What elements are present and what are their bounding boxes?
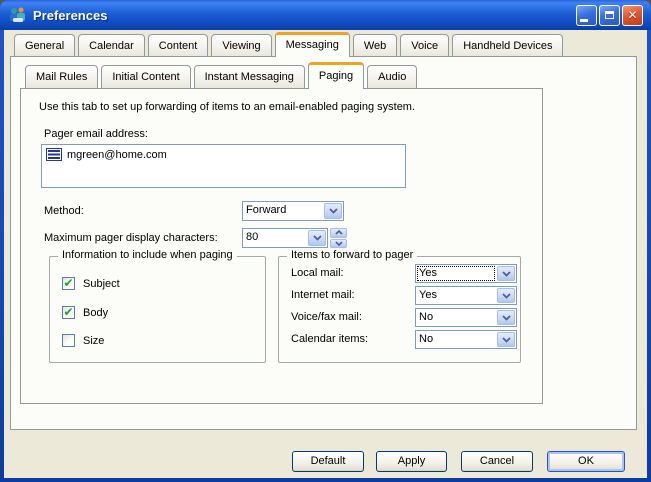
tab-handheld-devices[interactable]: Handheld Devices <box>452 34 563 56</box>
checkbox-row: ✔ Body <box>62 306 108 319</box>
spinner-down-button[interactable] <box>330 239 347 249</box>
tab-initial-content[interactable]: Initial Content <box>101 65 190 88</box>
cancel-button[interactable]: Cancel <box>461 451 533 472</box>
max-chars-value: 80 <box>243 229 307 247</box>
max-chars-spinner <box>330 228 347 248</box>
titlebar-buttons: ✕ <box>576 5 643 26</box>
internet-mail-label: Internet mail: <box>291 289 355 301</box>
internet-mail-value: Yes <box>416 287 496 304</box>
size-checkbox[interactable] <box>62 334 75 347</box>
tab-messaging[interactable]: Messaging <box>275 32 350 57</box>
app-icon <box>8 6 28 24</box>
close-button[interactable]: ✕ <box>622 5 643 26</box>
voice-fax-mail-value: No <box>416 309 496 326</box>
main-tab-strip: General Calendar Content Viewing Messagi… <box>14 32 566 57</box>
forward-group-title: Items to forward to pager <box>287 249 417 261</box>
chevron-down-icon <box>502 315 511 321</box>
pager-email-item[interactable]: mgreen@home.com <box>42 145 405 164</box>
chevron-down-icon <box>329 208 338 214</box>
calendar-items-dropdown-button[interactable] <box>497 332 515 347</box>
preferences-window: Preferences ✕ General Calendar Content V… <box>0 0 651 482</box>
checkbox-row: ✔ Subject <box>62 277 120 290</box>
local-mail-dropdown-button[interactable] <box>497 266 515 281</box>
apply-button[interactable]: Apply <box>376 451 447 472</box>
max-chars-dropdown-button[interactable] <box>308 230 326 246</box>
calendar-items-label: Calendar items: <box>291 333 368 345</box>
window-title: Preferences <box>33 8 576 23</box>
method-combo[interactable]: Forward <box>242 201 344 221</box>
calendar-items-combo[interactable]: No <box>415 330 517 349</box>
paging-tab-panel: Use this tab to set up forwarding of ite… <box>20 88 543 404</box>
ok-button[interactable]: OK <box>547 451 625 472</box>
calendar-items-value: No <box>416 331 496 348</box>
tab-content[interactable]: Content <box>148 34 209 56</box>
minimize-icon <box>580 19 588 22</box>
tab-web[interactable]: Web <box>353 34 397 56</box>
forward-group: Items to forward to pager Local mail: Ye… <box>278 256 521 363</box>
internet-mail-combo[interactable]: Yes <box>415 286 517 305</box>
local-mail-value: Yes <box>416 265 496 282</box>
checkbox-row: Size <box>62 334 104 347</box>
maximize-icon <box>605 11 614 19</box>
tab-mail-rules[interactable]: Mail Rules <box>25 65 98 88</box>
include-group: Information to include when paging ✔ Sub… <box>49 256 266 363</box>
spinner-up-button[interactable] <box>330 228 347 238</box>
pager-email-label: Pager email address: <box>44 128 148 140</box>
subject-checkbox[interactable]: ✔ <box>62 277 75 290</box>
max-chars-combo[interactable]: 80 <box>242 228 328 248</box>
pager-email-value: mgreen@home.com <box>67 149 167 161</box>
size-label: Size <box>83 335 104 347</box>
max-chars-label: Maximum pager display characters: <box>44 232 218 244</box>
tab-viewing[interactable]: Viewing <box>211 34 271 56</box>
tab-paging[interactable]: Paging <box>308 62 364 89</box>
subject-label: Subject <box>83 278 120 290</box>
voice-fax-mail-combo[interactable]: No <box>415 308 517 327</box>
voice-fax-mail-dropdown-button[interactable] <box>497 310 515 325</box>
chevron-down-icon <box>502 293 511 299</box>
messaging-tab-strip: Mail Rules Initial Content Instant Messa… <box>25 62 420 89</box>
minimize-button[interactable] <box>576 5 597 26</box>
voice-fax-mail-label: Voice/fax mail: <box>291 311 362 323</box>
method-value: Forward <box>243 202 323 220</box>
pager-email-list[interactable]: mgreen@home.com <box>41 144 406 188</box>
local-mail-combo[interactable]: Yes <box>415 264 517 283</box>
method-label: Method: <box>44 205 84 217</box>
default-button[interactable]: Default <box>292 451 364 472</box>
body-checkbox[interactable]: ✔ <box>62 306 75 319</box>
pager-address-icon <box>46 148 62 161</box>
chevron-up-icon <box>335 230 343 235</box>
close-icon: ✕ <box>627 9 637 21</box>
include-group-title: Information to include when paging <box>58 249 237 261</box>
maximize-button[interactable] <box>599 5 620 26</box>
chevron-down-icon <box>313 235 322 241</box>
tab-voice[interactable]: Voice <box>400 34 449 56</box>
internet-mail-dropdown-button[interactable] <box>497 288 515 303</box>
check-icon: ✔ <box>63 306 73 318</box>
chevron-down-icon <box>502 271 511 277</box>
method-dropdown-button[interactable] <box>324 203 342 219</box>
tab-general[interactable]: General <box>14 34 75 56</box>
local-mail-label: Local mail: <box>291 267 344 279</box>
check-icon: ✔ <box>63 277 73 289</box>
tab-audio[interactable]: Audio <box>367 65 417 88</box>
tab-instant-messaging[interactable]: Instant Messaging <box>194 65 305 88</box>
chevron-down-icon <box>335 241 343 246</box>
tab-description: Use this tab to set up forwarding of ite… <box>39 101 415 113</box>
body-label: Body <box>83 307 108 319</box>
tab-calendar[interactable]: Calendar <box>78 34 145 56</box>
chevron-down-icon <box>502 337 511 343</box>
titlebar[interactable]: Preferences ✕ <box>0 0 651 30</box>
